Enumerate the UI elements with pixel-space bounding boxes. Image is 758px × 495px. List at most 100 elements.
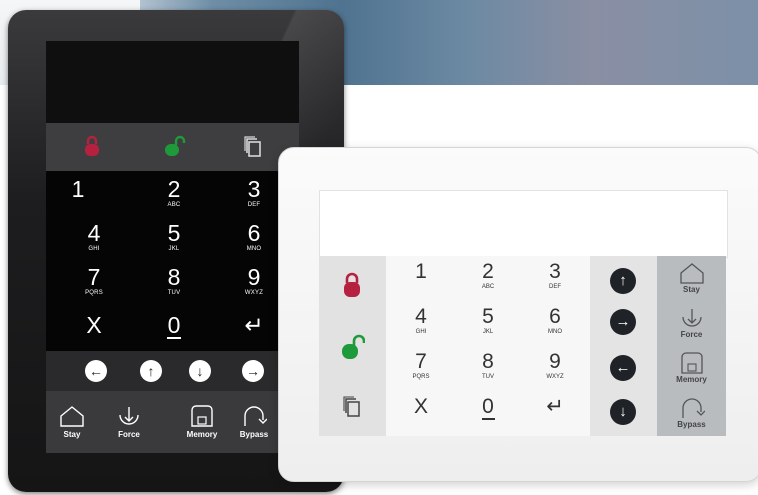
key-digit: 8 [482, 350, 494, 373]
white-key-8[interactable]: 8 TUV [463, 351, 513, 395]
dark-arrow-left-button[interactable]: ← [85, 360, 107, 382]
key-digit: 7 [415, 350, 427, 373]
white-key-7[interactable]: 7 PQRS [396, 351, 446, 395]
white-key-clear[interactable]: X [396, 396, 446, 440]
key-digit: 5 [167, 220, 181, 246]
key-digit: 5 [482, 305, 494, 328]
key-letters: JKL [168, 246, 180, 252]
key-digit: 7 [87, 264, 101, 290]
dark-keypad-numeric-pad: 1 2 ABC 3 DEF 4 GHI 5 JKL 6 MNO 7 PQRS 8 TUV 9W… [46, 171, 299, 351]
copy-icon[interactable] [343, 396, 361, 418]
key-letters: MNO [548, 329, 562, 335]
white-stay-button[interactable]: Stay [657, 262, 726, 294]
key-letters: ABC [481, 284, 495, 290]
key-digit: 8 [167, 264, 181, 290]
white-key-2[interactable]: 2 ABC [463, 261, 513, 305]
function-label: Force [680, 330, 703, 339]
key-digit: ↵ [244, 312, 264, 338]
key-digit: 4 [415, 305, 427, 328]
white-key-4[interactable]: 4 GHI [396, 306, 446, 350]
key-letters: JKL [482, 329, 494, 335]
dark-arrow-right-button[interactable]: → [242, 360, 264, 382]
lock-closed-icon[interactable] [343, 272, 361, 298]
dark-key-6[interactable]: 6 MNO [224, 221, 284, 265]
white-keypad-status-column [319, 256, 386, 436]
dark-key-8[interactable]: 8 TUV [144, 265, 204, 309]
key-letters: GHI [415, 329, 427, 335]
white-arrow-down-button[interactable]: ↓ [610, 399, 636, 425]
function-label: Memory [676, 375, 707, 384]
function-label: Bypass [677, 420, 706, 429]
key-digit: 2 [482, 260, 494, 283]
white-keypad-display [319, 190, 728, 258]
dark-key-5[interactable]: 5 JKL [144, 221, 204, 265]
dark-key-4[interactable]: 4 GHI [64, 221, 124, 265]
key-digit: 2 [167, 176, 181, 202]
key-digit: 1 [415, 260, 427, 283]
key-letters: ABC [167, 202, 181, 208]
force-arrow-icon [657, 307, 726, 329]
key-letters: TUV [482, 374, 494, 380]
key-letters: DEF [549, 284, 561, 290]
dark-arrow-up-button[interactable]: ↑ [140, 360, 162, 382]
key-letters: DEF [247, 202, 261, 208]
dark-memory-button[interactable]: Memory [174, 405, 230, 439]
function-label: Force [118, 430, 140, 439]
copy-icon[interactable] [244, 136, 262, 158]
key-digit: 9 [247, 264, 261, 290]
dark-keypad-arrow-row: ← ↑ ↓ → [46, 351, 299, 391]
dark-force-button[interactable]: Force [101, 405, 157, 439]
dark-key-2[interactable]: 2 ABC [144, 177, 204, 221]
key-letters: WXYZ [546, 374, 564, 380]
white-key-9[interactable]: 9 WXYZ [530, 351, 580, 395]
dark-key-9[interactable]: 9 WXYZ [224, 265, 284, 309]
dark-keypad-function-row: Stay Force Memory Bypass [46, 391, 299, 453]
white-key-3[interactable]: 3 DEF [530, 261, 580, 305]
bypass-icon [657, 397, 726, 419]
white-keypad-arrow-column: ↑ → ← ↓ [590, 256, 657, 436]
lock-open-icon[interactable] [164, 135, 186, 157]
key-digit: 6 [549, 305, 561, 328]
white-key-1[interactable]: 1 [396, 261, 446, 305]
function-label: Bypass [239, 430, 269, 439]
white-arrow-left-button[interactable]: ← [610, 355, 636, 381]
key-letters: GHI [88, 246, 100, 252]
white-key-5[interactable]: 5 JKL [463, 306, 513, 350]
memory-icon [174, 405, 230, 427]
white-key-6[interactable]: 6 MNO [530, 306, 580, 350]
white-memory-button[interactable]: Memory [657, 352, 726, 384]
white-key-0[interactable]: 0 [463, 396, 513, 440]
key-letters: TUV [167, 290, 181, 296]
key-digit: X [86, 312, 102, 338]
key-digit: 1 [71, 176, 85, 202]
dark-stay-button[interactable]: Stay [44, 405, 100, 439]
key-digit: 0 [167, 312, 181, 339]
key-digit: 0 [481, 395, 495, 420]
dark-key-7[interactable]: 7 PQRS [64, 265, 124, 309]
key-letters: PQRS [412, 374, 430, 380]
white-force-button[interactable]: Force [657, 307, 726, 339]
white-arrow-up-button[interactable]: ↑ [610, 268, 636, 294]
white-arrow-right-button[interactable]: → [610, 309, 636, 335]
key-digit: 3 [247, 176, 261, 202]
dark-arrow-down-button[interactable]: ↓ [189, 360, 211, 382]
key-letters: MNO [246, 246, 262, 252]
memory-icon [657, 352, 726, 374]
key-digit: 4 [87, 220, 101, 246]
white-bypass-button[interactable]: Bypass [657, 397, 726, 429]
lock-open-icon[interactable] [341, 334, 365, 360]
function-label: Memory [186, 430, 218, 439]
bypass-icon [226, 405, 282, 427]
function-label: Stay [683, 285, 700, 294]
dark-keypad-status-bar [46, 123, 299, 171]
key-letters: WXYZ [244, 290, 264, 296]
dark-key-3[interactable]: 3 DEF [224, 177, 284, 221]
white-key-enter[interactable]: ↵ [530, 396, 580, 440]
dark-key-1[interactable]: 1 [48, 177, 108, 221]
lock-closed-icon[interactable] [84, 135, 100, 157]
white-keypad-numeric-pad: 1 2 ABC 3 DEF 4 GHI 5 JKL 6 MNO 7 PQRS 8 TUV 9W… [386, 256, 590, 436]
home-icon [44, 405, 100, 427]
home-icon [657, 262, 726, 284]
key-digit: 3 [549, 260, 561, 283]
dark-bypass-button[interactable]: Bypass [226, 405, 282, 439]
